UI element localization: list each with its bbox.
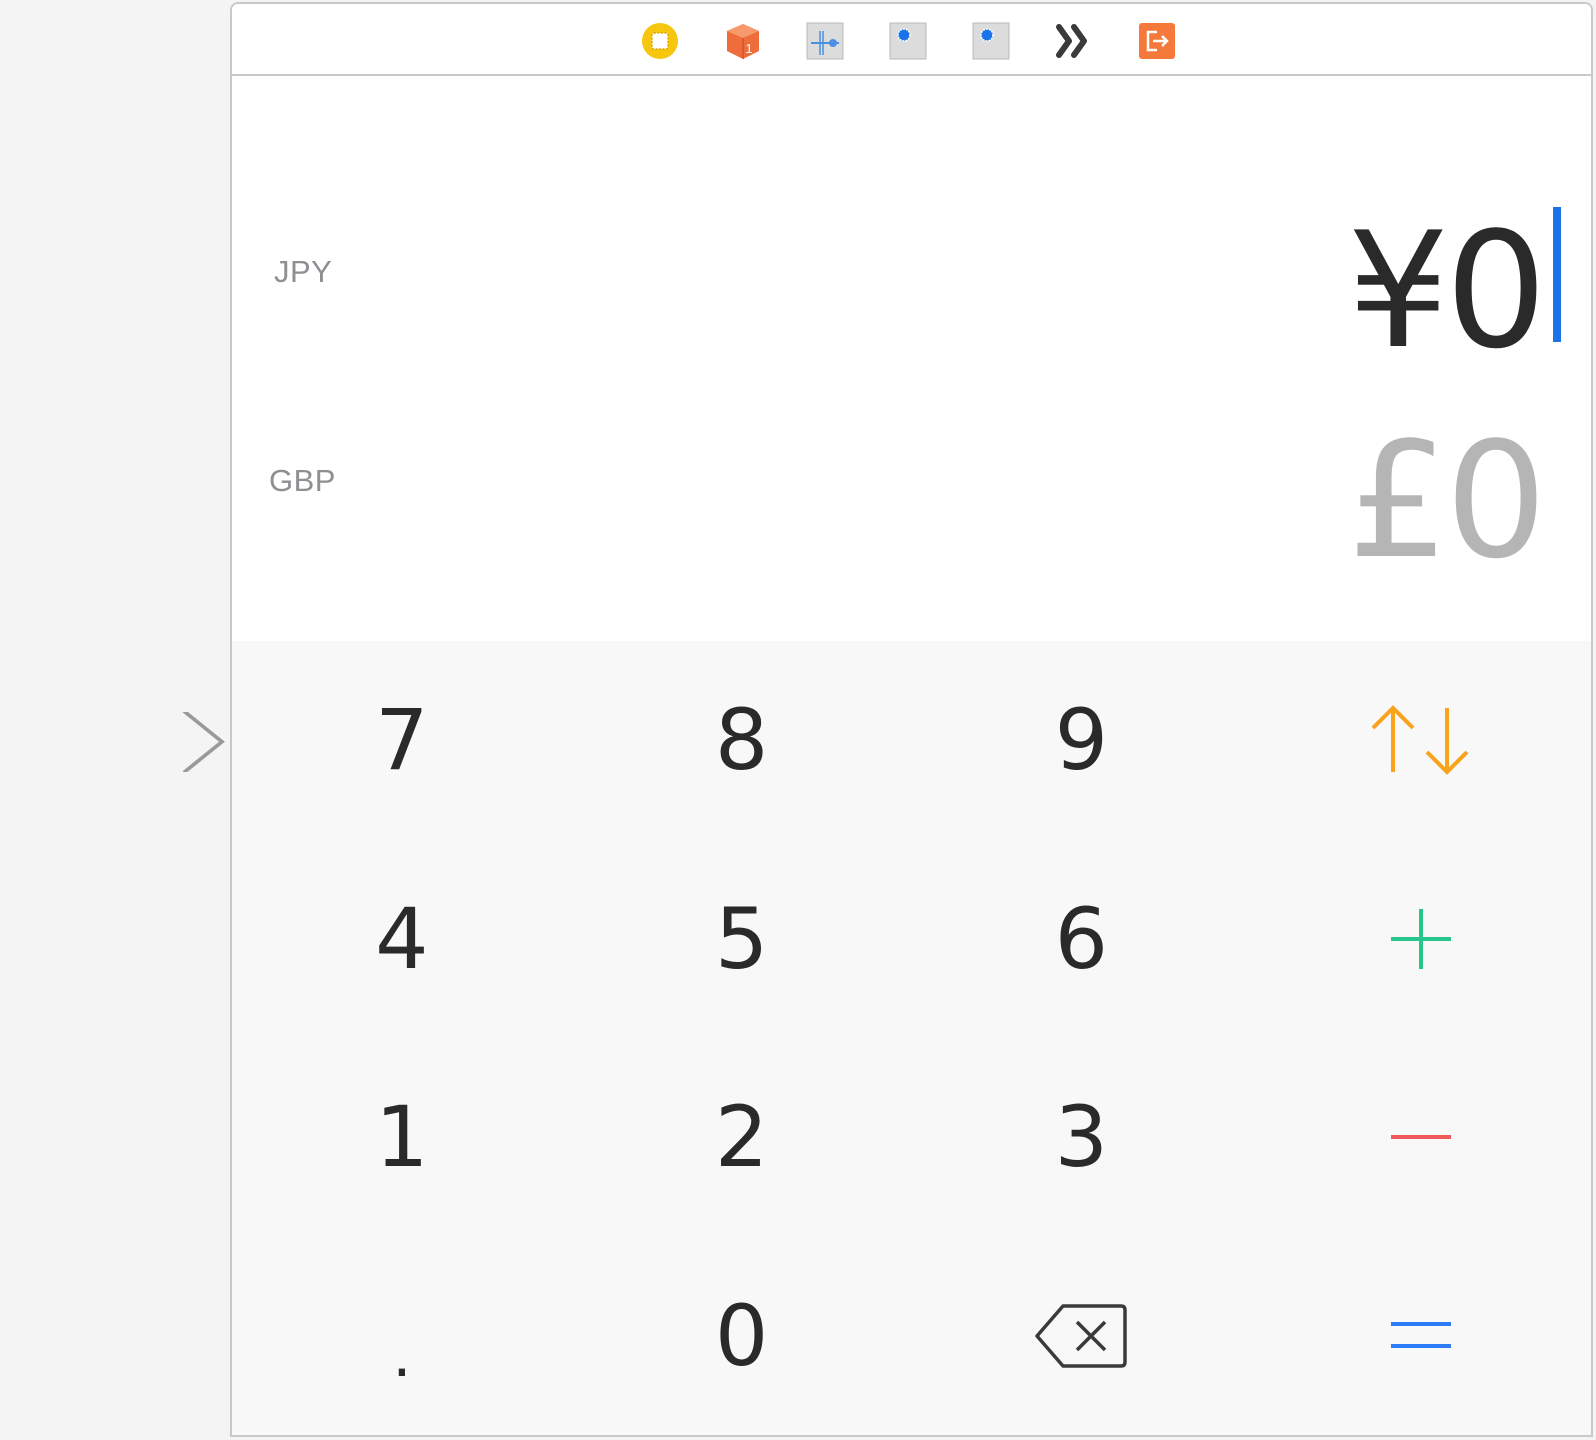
secondary-currency-code[interactable]: GBP	[269, 463, 336, 499]
storyboard-scene: 1 JPY ¥0 GBP £0 7 8 9 4 5 6 1 2 3 . 0	[230, 2, 1593, 1437]
key-4[interactable]: 4	[232, 840, 572, 1039]
swap-icon	[1371, 705, 1469, 776]
conversion-display: JPY ¥0 GBP £0	[232, 76, 1591, 639]
minus-button[interactable]	[1251, 1038, 1591, 1237]
key-decimal[interactable]: .	[232, 1237, 572, 1436]
primary-currency-code[interactable]: JPY	[274, 254, 332, 290]
primary-amount[interactable]: ¥0	[1347, 211, 1547, 371]
segue-icon[interactable]	[1054, 21, 1094, 61]
key-2[interactable]: 2	[572, 1038, 912, 1237]
key-5[interactable]: 5	[572, 840, 912, 1039]
object-icon[interactable]	[971, 21, 1011, 61]
key-9[interactable]: 9	[912, 641, 1252, 840]
secondary-amount[interactable]: £0	[1347, 421, 1547, 581]
gesture-recognizer-icon[interactable]	[805, 21, 845, 61]
initial-view-controller-arrow	[8, 712, 225, 772]
minus-icon	[1391, 1135, 1452, 1140]
backspace-button[interactable]	[912, 1237, 1252, 1436]
keypad: 7 8 9 4 5 6 1 2 3 . 0	[232, 641, 1591, 1435]
key-3[interactable]: 3	[912, 1038, 1252, 1237]
text-cursor	[1553, 207, 1561, 342]
scene-dock: 1	[232, 4, 1591, 76]
view-controller-icon[interactable]	[640, 21, 680, 61]
plus-button[interactable]	[1251, 840, 1591, 1039]
key-8[interactable]: 8	[572, 641, 912, 840]
equals-icon	[1391, 1321, 1452, 1348]
exit-icon[interactable]	[1137, 21, 1177, 61]
equals-button[interactable]	[1251, 1237, 1591, 1436]
object-icon[interactable]	[888, 21, 928, 61]
swap-button[interactable]	[1251, 641, 1591, 840]
backspace-icon	[1035, 1304, 1128, 1368]
key-7[interactable]: 7	[232, 641, 572, 840]
first-responder-icon[interactable]: 1	[723, 21, 763, 61]
key-6[interactable]: 6	[912, 840, 1252, 1039]
plus-icon	[1391, 908, 1452, 969]
svg-text:1: 1	[745, 41, 752, 56]
key-0[interactable]: 0	[572, 1237, 912, 1436]
key-1[interactable]: 1	[232, 1038, 572, 1237]
